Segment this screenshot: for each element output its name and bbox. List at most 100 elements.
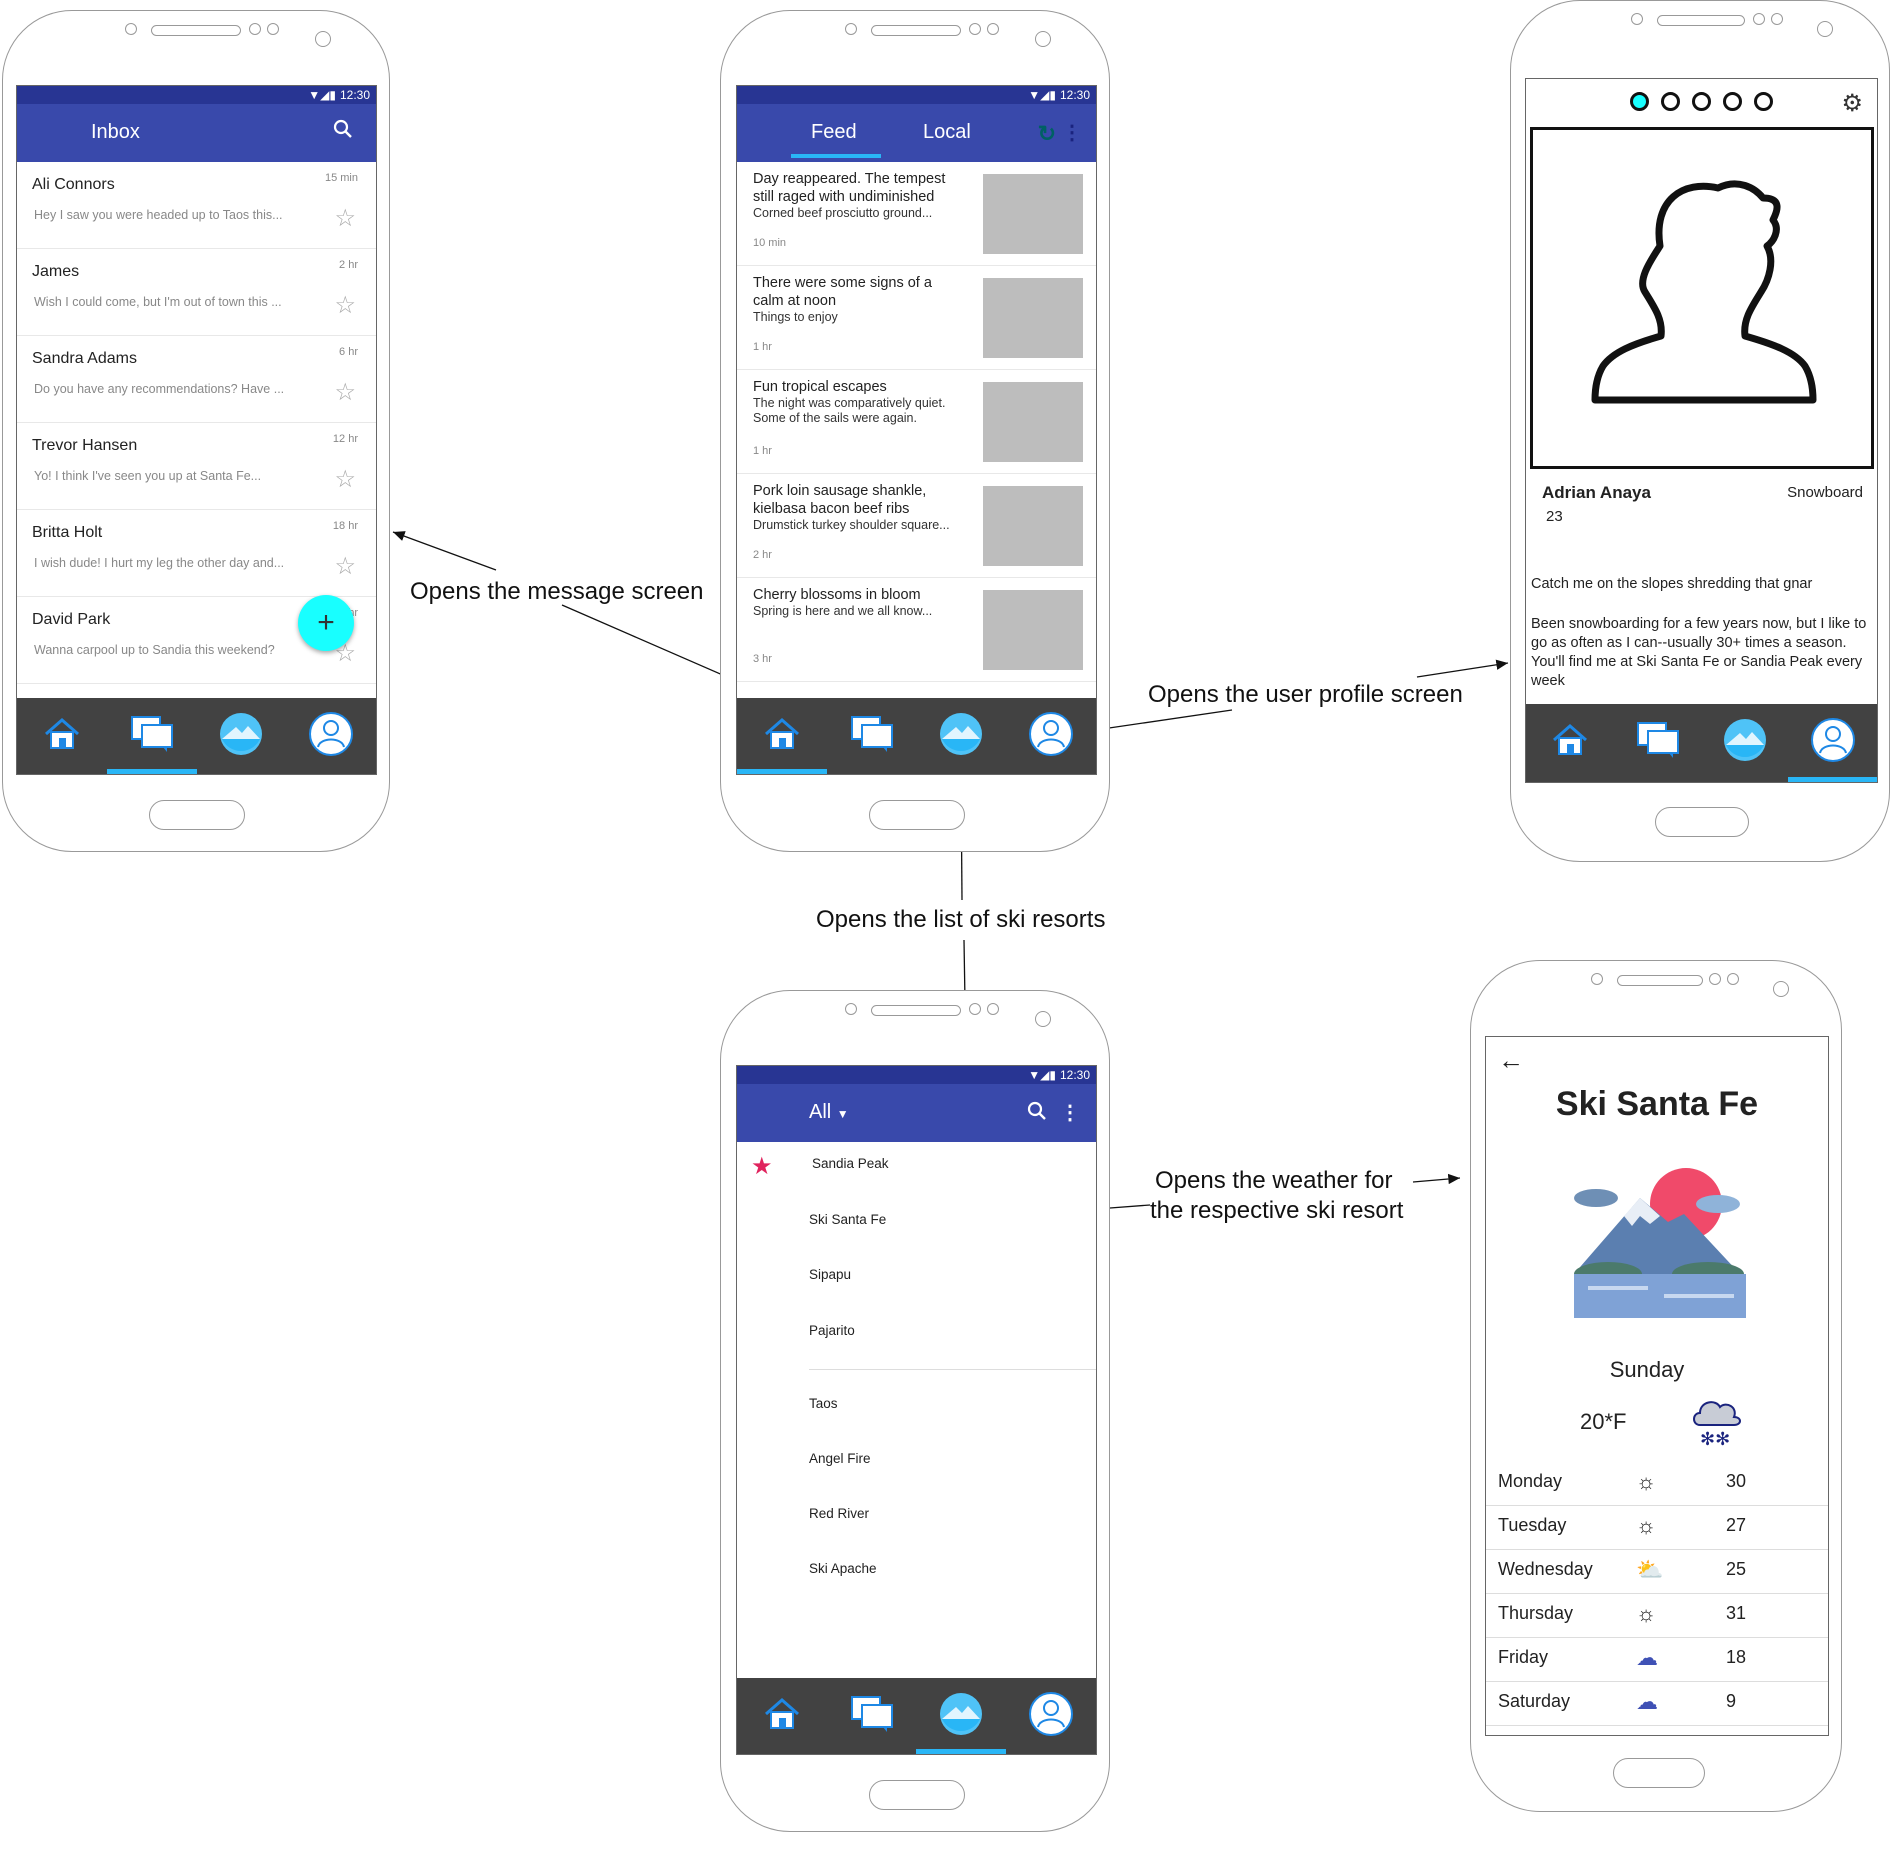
profile-tagline: Catch me on the slopes shredding that gn… [1531,576,1813,592]
resort-item[interactable]: Ski Santa Fe [809,1212,886,1227]
nav-messages-button[interactable] [827,1686,917,1746]
nav-messages-button[interactable] [107,706,197,766]
nav-profile-button[interactable] [1788,712,1877,772]
nav-home-button[interactable] [737,706,827,766]
resort-item[interactable]: Sipapu [809,1267,851,1282]
resort-item[interactable]: Taos [809,1396,838,1411]
nav-messages-button[interactable] [827,706,917,766]
profile-photo [1530,127,1874,469]
nav-resorts-button[interactable] [1700,712,1790,772]
star-outline-icon[interactable]: ☆ [334,465,356,494]
svg-text:✻✻: ✻✻ [1700,1429,1730,1450]
resort-item[interactable]: Pajarito [809,1323,855,1338]
bottom-nav [737,1678,1096,1754]
nav-home-icon [762,716,802,757]
feed-screen: ▼◢▮ 12:30 Feed Local ↻ ⋮ Day reappeared.… [736,85,1097,775]
more-vert-icon[interactable]: ⋮ [1062,120,1082,145]
status-time: 12:30 [1059,1068,1090,1082]
feed-item-subtitle: Corned beef prosciutto ground... [753,206,933,220]
feed-item[interactable]: Pork loin sausage shankle, kielbasa baco… [737,474,1096,578]
message-row[interactable]: James 2 hr Wish I could come, but I'm out … [17,249,376,336]
partly-cloudy-icon: ⛅ [1636,1557,1664,1582]
nav-resorts-icon [218,711,264,762]
feed-item-text: Pork loin sausage shankle, kielbasa baco… [753,482,963,533]
arrow-to-weather-head [1412,1173,1461,1185]
tab-feed[interactable]: Feed [811,121,857,144]
message-row[interactable]: Trevor Hansen 12 hr Yo! I think I've seen … [17,423,376,510]
star-outline-icon[interactable]: ☆ [334,378,356,407]
compose-fab[interactable]: + [298,595,354,651]
feed-item-thumbnail [983,486,1083,566]
status-time: 12:30 [1059,88,1090,102]
pager-dot[interactable] [1754,92,1773,111]
forecast-temp: 31 [1726,1603,1747,1623]
nav-resorts-button[interactable] [916,1686,1006,1746]
pager-dot[interactable] [1723,92,1742,111]
message-row[interactable]: Sandra Adams 6 hr Do you have any recommen… [17,336,376,423]
feed-item-thumbnail [983,590,1083,670]
pager-dot[interactable] [1661,92,1680,111]
forecast-row: Tuesday ☼ 27 [1486,1505,1828,1550]
forecast-day: Tuesday [1498,1515,1567,1535]
nav-profile-button[interactable] [1006,706,1096,766]
feed-item-title: Pork loin sausage shankle, kielbasa baco… [753,483,927,517]
bottom-nav [17,698,376,774]
feed-item[interactable]: Cherry blossoms in bloom Spring is here a… [737,578,1096,682]
resort-item[interactable]: Red River [809,1506,869,1521]
feed-item[interactable]: Day reappeared. The tempest still raged … [737,162,1096,266]
nav-profile-icon [1028,1691,1074,1742]
filter-dropdown[interactable]: All ▼ [809,1101,849,1124]
nav-resorts-button[interactable] [916,706,1006,766]
nav-resorts-button[interactable] [196,706,286,766]
list-divider [809,1369,1096,1370]
resort-item[interactable]: Sandia Peak [812,1156,889,1171]
tab-local[interactable]: Local [923,121,971,144]
star-outline-icon[interactable]: ☆ [334,204,356,233]
search-icon[interactable] [332,118,354,145]
nav-home-button[interactable] [1526,712,1615,772]
nav-messages-icon [849,1694,895,1739]
nav-messages-icon [129,714,175,759]
message-row[interactable]: Britta Holt 18 hr I wish dude! I hurt my l… [17,510,376,597]
more-vert-icon[interactable]: ⋮ [1060,1100,1080,1125]
forecast-temp: 27 [1726,1515,1747,1535]
feed-item-subtitle: Spring is here and we all know... [753,604,933,618]
nav-profile-icon [1810,717,1856,768]
favorite-star-icon[interactable]: ★ [751,1152,773,1181]
feed-item-title: Cherry blossoms in bloom [753,587,921,603]
photo-pager-dots[interactable] [1630,92,1773,111]
nav-profile-button[interactable] [1006,1686,1096,1746]
nav-home-button[interactable] [17,706,107,766]
settings-gear-icon[interactable]: ⚙ [1841,89,1863,118]
resort-item[interactable]: Angel Fire [809,1451,871,1466]
feed-item-text: Cherry blossoms in bloom Spring is here a… [753,586,963,619]
message-time: 15 min [324,172,358,184]
forecast-temp: 25 [1726,1559,1747,1579]
message-row[interactable]: Ali Connors 15 min Hey I saw you were head… [17,162,376,249]
feed-item[interactable]: There were some signs of a calm at noon T… [737,266,1096,370]
feed-item-time: 3 hr [753,653,772,665]
feed-item-title: Day reappeared. The tempest still raged … [753,171,946,205]
back-arrow-icon[interactable]: ← [1498,1045,1524,1076]
snow-cloud-icon: ✻✻ [1693,1401,1741,1450]
pager-dot-active[interactable] [1630,92,1649,111]
star-outline-icon[interactable]: ☆ [334,291,356,320]
nav-home-button[interactable] [737,1686,827,1746]
nav-profile-button[interactable] [286,706,376,766]
filter-label: All [809,1101,832,1123]
nav-active-indicator [737,769,827,774]
message-preview: Do you have any recommendations? Have ..… [34,382,285,396]
status-bar: ▼◢▮ 12:30 [17,86,376,104]
search-icon[interactable] [1026,1100,1048,1127]
feed-appbar: Feed Local ↻ ⋮ [737,104,1096,162]
refresh-icon[interactable]: ↻ [1038,121,1056,147]
annotation-ski-resorts: Opens the list of ski resorts [816,906,1106,933]
status-bar: ▼◢▮ 12:30 [737,86,1096,104]
resort-item[interactable]: Ski Apache [809,1561,877,1576]
feed-item-text: There were some signs of a calm at noon T… [753,274,963,325]
star-outline-icon[interactable]: ☆ [334,552,356,581]
sender-name: Britta Holt [32,524,103,541]
pager-dot[interactable] [1692,92,1711,111]
nav-messages-button[interactable] [1613,712,1703,772]
feed-item[interactable]: Fun tropical escapes The night was compar… [737,370,1096,474]
